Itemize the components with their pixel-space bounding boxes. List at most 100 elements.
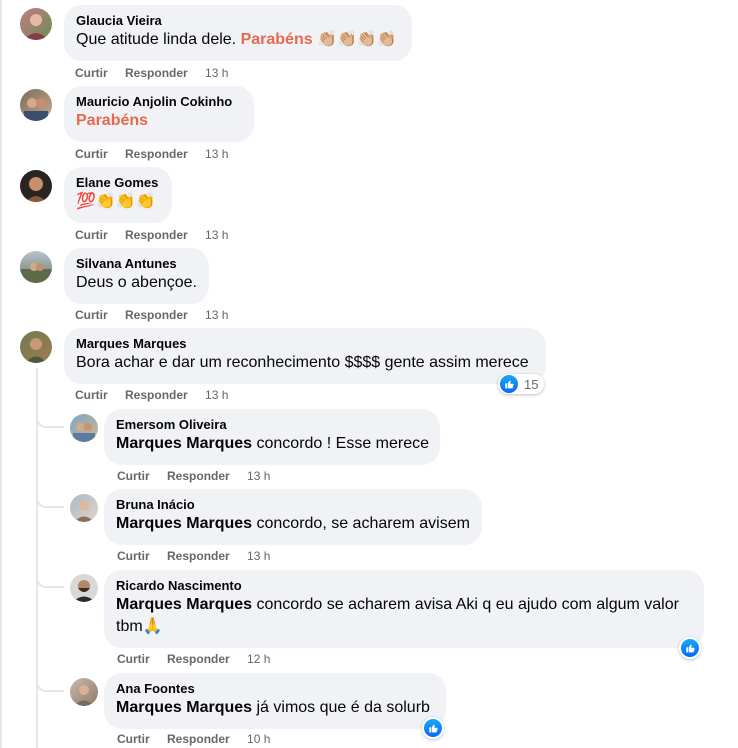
comment-body-text: Que atitude linda dele. <box>76 31 237 48</box>
comment-text: Que atitude linda dele. Parabéns 👏🏼👏🏼👏🏼👏… <box>76 29 400 51</box>
reply-bubble: Bruna Inácio Marques Marques concordo, s… <box>104 489 482 545</box>
reply-actions: Curtir Responder 10 h <box>117 731 270 747</box>
comment-actions: Curtir Responder 13 h <box>75 227 228 243</box>
reply-bubble: Ricardo Nascimento Marques Marques conco… <box>104 570 704 648</box>
reply-author[interactable]: Bruna Inácio <box>116 497 470 513</box>
like-button[interactable]: Curtir <box>75 387 108 403</box>
reply-text-line2: tbm🙏 <box>116 616 692 638</box>
comment-author[interactable]: Marques Marques <box>76 336 534 352</box>
avatar-icon <box>73 580 95 602</box>
like-button[interactable]: Curtir <box>117 731 150 747</box>
avatar-icon <box>20 263 52 283</box>
reaction-like-badge[interactable] <box>422 717 444 739</box>
thread-line-branch <box>36 496 64 508</box>
timestamp[interactable]: 13 h <box>205 307 228 323</box>
thread-line-branch <box>36 576 64 588</box>
comment-bubble: Mauricio Anjolin Cokinho Parabéns <box>64 86 254 142</box>
comment-actions: Curtir Responder 13 h <box>75 65 228 81</box>
reply-button[interactable]: Responder <box>125 65 188 81</box>
avatar-icon <box>26 177 46 202</box>
reaction-count-chip[interactable]: 15 <box>498 374 544 394</box>
avatar[interactable] <box>20 251 52 283</box>
like-icon <box>424 719 442 737</box>
reply-author[interactable]: Ricardo Nascimento <box>116 578 692 594</box>
avatar[interactable] <box>20 170 52 202</box>
highlight-text: Parabéns <box>240 31 313 48</box>
comment-bubble: Elane Gomes 💯👏👏👏 <box>64 167 172 223</box>
reply-bubble: Ana Foontes Marques Marques já vimos que… <box>104 673 446 729</box>
like-button[interactable]: Curtir <box>75 227 108 243</box>
reply-button[interactable]: Responder <box>167 731 230 747</box>
reply-body-text: concordo ! Esse merece <box>256 435 430 452</box>
timestamp[interactable]: 13 h <box>247 468 270 484</box>
like-button[interactable]: Curtir <box>117 468 150 484</box>
hundred-clap-emoji: 💯👏👏👏 <box>76 193 156 210</box>
thread-line-branch <box>36 680 64 692</box>
reply-text: Marques Marques concordo se acharem avis… <box>116 594 692 616</box>
reaction-like-badge[interactable] <box>679 637 701 659</box>
comment-author[interactable]: Mauricio Anjolin Cokinho <box>76 94 242 110</box>
reply-body-text: concordo se acharem avisa Aki q eu ajudo… <box>256 596 679 613</box>
like-icon <box>681 639 699 657</box>
comment-actions: Curtir Responder 13 h <box>75 307 228 323</box>
reply-button[interactable]: Responder <box>125 227 188 243</box>
timestamp[interactable]: 10 h <box>247 731 270 747</box>
like-button[interactable]: Curtir <box>117 548 150 564</box>
like-button[interactable]: Curtir <box>75 146 108 162</box>
timestamp[interactable]: 13 h <box>205 387 228 403</box>
like-button[interactable]: Curtir <box>75 307 108 323</box>
reply-author[interactable]: Emersom Oliveira <box>116 417 428 433</box>
reply-actions: Curtir Responder 13 h <box>117 548 270 564</box>
timestamp[interactable]: 13 h <box>205 146 228 162</box>
mention-link[interactable]: Marques Marques <box>116 515 252 532</box>
like-button[interactable]: Curtir <box>117 651 150 667</box>
avatar[interactable] <box>70 574 98 602</box>
avatar[interactable] <box>20 89 52 121</box>
avatar-icon <box>74 501 94 522</box>
comment-author[interactable]: Glaucia Vieira <box>76 13 400 29</box>
reply-text: Marques Marques já vimos que é da solurb <box>116 697 434 719</box>
avatar-icon <box>73 423 95 442</box>
avatar[interactable] <box>70 414 98 442</box>
mention-link[interactable]: Marques Marques <box>116 596 252 613</box>
pray-emoji: 🙏 <box>142 618 163 635</box>
reply-button[interactable]: Responder <box>125 307 188 323</box>
timestamp[interactable]: 13 h <box>205 65 228 81</box>
avatar-icon <box>24 98 48 121</box>
reply-actions: Curtir Responder 13 h <box>117 468 270 484</box>
reply-button[interactable]: Responder <box>125 387 188 403</box>
comment-author[interactable]: Silvana Antunes <box>76 256 197 272</box>
avatar[interactable] <box>20 331 52 363</box>
reply-body-text: concordo, se acharem avisem <box>256 515 470 532</box>
reply-text: Marques Marques concordo ! Esse merece <box>116 433 430 455</box>
comment-text: Deus o abençoe. <box>76 274 197 291</box>
reply-button[interactable]: Responder <box>167 548 230 564</box>
comment-bubble: Glaucia Vieira Que atitude linda dele. P… <box>64 5 412 61</box>
comment-actions: Curtir Responder 13 h <box>75 387 228 403</box>
reply-button[interactable]: Responder <box>125 146 188 162</box>
reply-button[interactable]: Responder <box>167 468 230 484</box>
reply-bubble: Emersom Oliveira Marques Marques concord… <box>104 409 440 465</box>
left-border <box>0 0 2 748</box>
like-button[interactable]: Curtir <box>75 65 108 81</box>
avatar-icon <box>74 685 94 706</box>
reaction-count: 15 <box>524 376 539 392</box>
timestamp[interactable]: 13 h <box>247 548 270 564</box>
avatar[interactable] <box>20 8 52 40</box>
timestamp[interactable]: 13 h <box>205 227 228 243</box>
avatar[interactable] <box>70 494 98 522</box>
reply-body-text: já vimos que é da solurb <box>256 699 430 716</box>
avatar[interactable] <box>70 678 98 706</box>
avatar-icon <box>24 14 48 40</box>
reply-author[interactable]: Ana Foontes <box>116 681 434 697</box>
comment-bubble: Marques Marques Bora achar e dar um reco… <box>64 328 546 384</box>
thread-line-branch <box>36 416 64 428</box>
mention-link[interactable]: Marques Marques <box>116 435 252 452</box>
reply-text: Marques Marques concordo, se acharem avi… <box>116 513 470 535</box>
reply-actions: Curtir Responder 12 h <box>117 651 270 667</box>
mention-link[interactable]: Marques Marques <box>116 699 252 716</box>
reply-button[interactable]: Responder <box>167 651 230 667</box>
comment-author[interactable]: Elane Gomes <box>76 175 160 191</box>
timestamp[interactable]: 12 h <box>247 651 270 667</box>
avatar-icon <box>25 338 47 363</box>
